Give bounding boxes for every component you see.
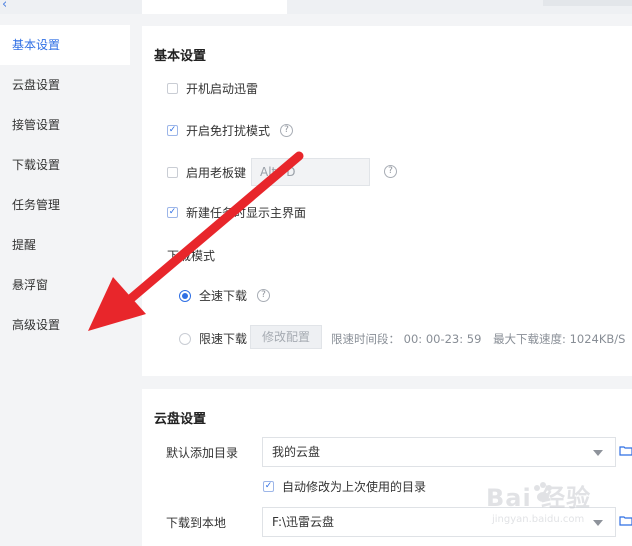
help-icon[interactable]: ? — [280, 124, 294, 137]
limit-speed-label: 限速下载 — [199, 332, 248, 346]
help-icon[interactable]: ? — [257, 289, 271, 302]
baidu-watermark: Bai 经验 jingyan.baidu.com — [486, 478, 626, 538]
local-dir-label: 下载到本地 — [166, 516, 227, 530]
paw-icon — [534, 482, 552, 502]
auto-modify-label: 自动修改为上次使用的目录 — [282, 480, 427, 494]
back-icon[interactable]: ‹ — [2, 0, 7, 11]
basic-settings-title: 基本设置 — [154, 49, 207, 64]
help-icon[interactable]: ? — [384, 165, 397, 178]
max-speed-text: 最大下载速度: 1024KB/S — [493, 332, 626, 346]
boss-key-input[interactable]: Alt+D — [251, 158, 370, 186]
sidebar-item-basic[interactable]: 基本设置 — [0, 25, 130, 65]
auto-start-option[interactable]: 开机启动迅雷 — [167, 80, 258, 97]
no-disturb-checkbox[interactable]: ✓ — [167, 125, 178, 136]
boss-key-label: 启用老板键 — [186, 166, 247, 180]
boss-key-checkbox[interactable] — [167, 167, 178, 178]
limit-speed-radio[interactable] — [179, 332, 191, 345]
top-bar: ‹ — [0, 0, 632, 14]
sidebar-item-cloud[interactable]: 云盘设置 — [0, 65, 130, 105]
download-mode-label: 下载模式 — [167, 249, 216, 263]
auto-modify-option[interactable]: ✓ 自动修改为上次使用的目录 — [263, 478, 426, 495]
watermark-url: jingyan.baidu.com — [492, 514, 585, 525]
limit-info: 限速时间段： 00: 00-23: 59 最大下载速度: 1024KB/S — [331, 331, 625, 347]
folder-icon[interactable] — [619, 446, 632, 456]
auto-modify-checkbox[interactable]: ✓ — [263, 481, 274, 492]
boss-key-option[interactable]: 启用老板键 — [167, 164, 246, 181]
auto-start-checkbox[interactable] — [167, 83, 178, 94]
auto-start-label: 开机启动迅雷 — [186, 82, 259, 96]
sidebar-item-download[interactable]: 下载设置 — [0, 145, 130, 185]
top-tab-secondary — [543, 0, 632, 6]
show-main-checkbox[interactable]: ✓ — [167, 207, 178, 218]
full-speed-radio[interactable] — [179, 289, 191, 302]
cloud-settings-title: 云盘设置 — [154, 412, 207, 427]
show-main-option[interactable]: ✓ 新建任务时显示主界面 — [167, 204, 306, 221]
default-dir-value: 我的云盘 — [272, 445, 321, 459]
limit-speed-option[interactable]: 限速下载 — [179, 330, 247, 347]
show-main-label: 新建任务时显示主界面 — [186, 206, 307, 220]
sidebar-item-floating[interactable]: 悬浮窗 — [0, 265, 130, 305]
default-dir-label: 默认添加目录 — [166, 446, 239, 460]
settings-sidebar: 基本设置 云盘设置 接管设置 下载设置 任务管理 提醒 悬浮窗 高级设置 — [0, 14, 130, 546]
chevron-down-icon[interactable] — [593, 450, 603, 456]
full-speed-label: 全速下载 — [199, 289, 248, 303]
sidebar-item-task[interactable]: 任务管理 — [0, 185, 130, 225]
modify-config-button[interactable]: 修改配置 — [250, 325, 322, 349]
sidebar-item-advanced[interactable]: 高级设置 — [0, 305, 130, 345]
limit-time-text: 限速时间段： 00: 00-23: 59 — [331, 332, 482, 346]
no-disturb-option[interactable]: ✓ 开启免打扰模式 ? — [167, 122, 294, 139]
full-speed-option[interactable]: 全速下载 ? — [179, 287, 271, 304]
sidebar-item-takeover[interactable]: 接管设置 — [0, 105, 130, 145]
boss-key-help: ? — [374, 165, 397, 178]
default-dir-select[interactable]: 我的云盘 — [262, 437, 616, 467]
local-dir-value: F:\迅雷云盘 — [272, 515, 335, 529]
no-disturb-label: 开启免打扰模式 — [186, 124, 271, 138]
top-tab — [142, 0, 287, 14]
sidebar-item-reminder[interactable]: 提醒 — [0, 225, 130, 265]
basic-settings-panel — [142, 26, 632, 376]
